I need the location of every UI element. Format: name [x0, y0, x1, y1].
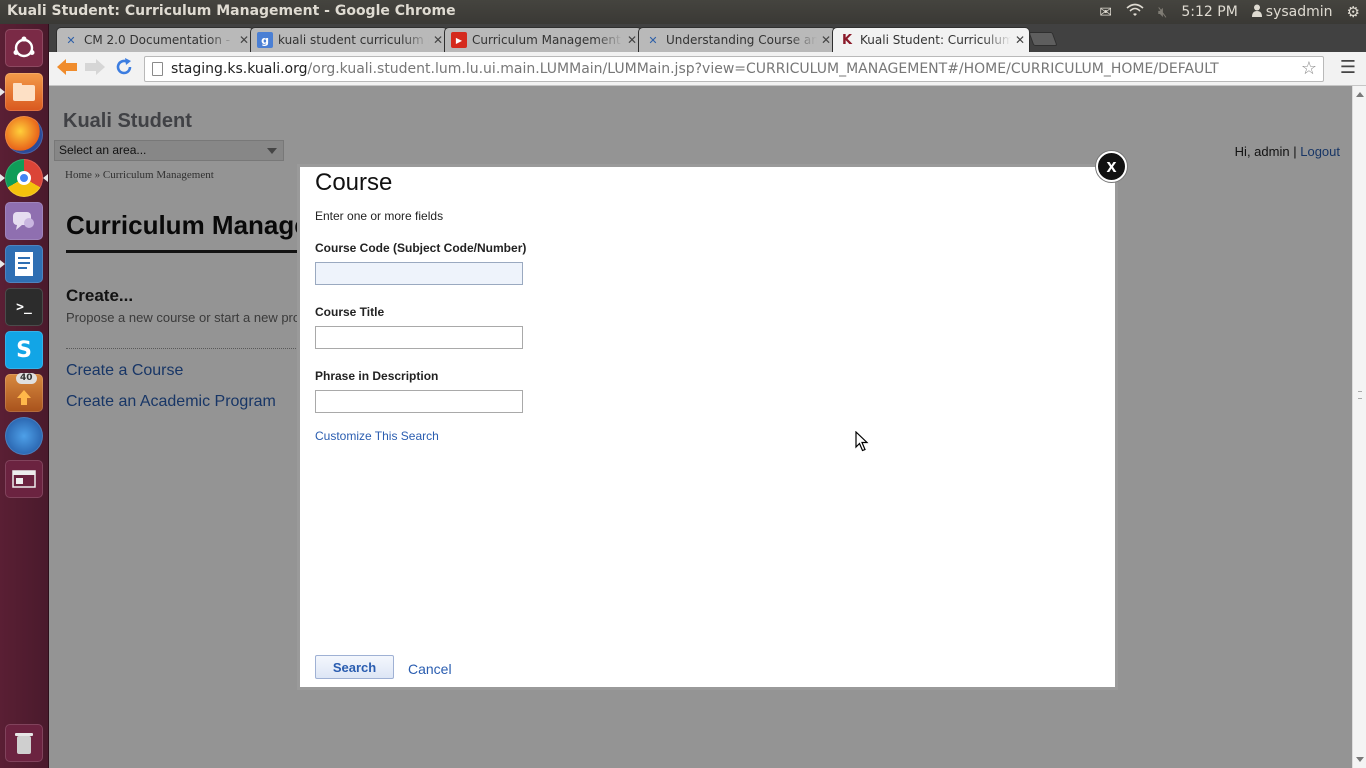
thunderbird-icon[interactable] — [5, 417, 43, 455]
scroll-down-icon[interactable] — [1356, 757, 1364, 762]
menu-icon[interactable]: ☰ — [1336, 57, 1360, 81]
forward-icon[interactable] — [83, 57, 107, 81]
course-code-input[interactable] — [315, 262, 523, 285]
scroll-up-icon[interactable] — [1356, 92, 1364, 97]
window-title: Kuali Student: Curriculum Management - G… — [7, 3, 456, 19]
youtube-icon: ▶ — [451, 32, 467, 48]
dialog-instruction: Enter one or more fields — [315, 209, 444, 223]
active-indicator — [43, 174, 48, 182]
browser-tab[interactable]: ✕ Understanding Course and ✕ — [638, 27, 836, 52]
close-icon[interactable]: x — [1096, 151, 1127, 182]
course-title-label: Course Title — [315, 305, 385, 319]
update-manager-icon[interactable]: 40 — [5, 373, 43, 412]
search-button[interactable]: Search — [315, 655, 394, 679]
gear-icon[interactable]: ⚙ — [1347, 3, 1360, 21]
description-phrase-label: Phrase in Description — [315, 369, 439, 383]
browser-tab[interactable]: g kuali student curriculum m ✕ — [250, 27, 448, 52]
reload-icon[interactable] — [112, 57, 136, 81]
course-title-input[interactable] — [315, 326, 523, 349]
tab-strip: ✕ CM 2.0 Documentation - K ✕ g kuali stu… — [49, 24, 1366, 52]
tab-label: CM 2.0 Documentation - K — [84, 33, 235, 47]
trash-icon[interactable] — [5, 724, 43, 762]
tab-label: Kuali Student: Curriculum — [860, 33, 1011, 47]
url-host: staging.ks.kuali.org — [171, 61, 308, 77]
files-icon[interactable] — [5, 73, 43, 111]
ubuntu-dash-icon[interactable] — [5, 29, 43, 67]
wifi-icon[interactable] — [1126, 3, 1144, 21]
browser-tab[interactable]: ▶ Curriculum Management | K ✕ — [444, 27, 642, 52]
terminal-icon[interactable]: >_ — [5, 288, 43, 326]
running-indicator — [0, 174, 5, 182]
mouse-cursor-icon — [855, 430, 869, 456]
back-icon[interactable] — [55, 57, 79, 81]
pidgin-icon[interactable] — [5, 202, 43, 240]
google-icon: g — [257, 32, 273, 48]
browser-toolbar: staging.ks.kuali.org/org.kuali.student.l… — [49, 52, 1366, 86]
kuali-icon: K — [841, 32, 853, 48]
system-tray: ✉ 🔇︎ 5:12 PM sysadmin ⚙ — [1099, 0, 1360, 24]
browser-tab[interactable]: ✕ CM 2.0 Documentation - K ✕ — [56, 27, 254, 52]
chrome-icon[interactable] — [5, 159, 43, 197]
user-menu[interactable]: sysadmin — [1251, 3, 1333, 21]
cancel-link[interactable]: Cancel — [408, 661, 452, 677]
tab-label: Understanding Course and — [666, 33, 817, 47]
bookmark-star-icon[interactable]: ☆ — [1301, 57, 1317, 81]
os-top-panel: Kuali Student: Curriculum Management - G… — [0, 0, 1366, 24]
url-path: /org.kuali.student.lum.lu.ui.main.LUMMai… — [307, 61, 1219, 77]
user-name: sysadmin — [1265, 4, 1333, 20]
tab-label: kuali student curriculum m — [278, 33, 429, 47]
address-bar[interactable]: staging.ks.kuali.org/org.kuali.student.l… — [144, 56, 1324, 82]
volume-muted-icon[interactable]: 🔇︎ — [1158, 3, 1167, 21]
browser-tab-active[interactable]: K Kuali Student: Curriculum ✕ — [832, 27, 1030, 52]
update-badge: 40 — [16, 373, 37, 384]
description-phrase-input[interactable] — [315, 390, 523, 413]
confluence-icon: ✕ — [648, 33, 658, 47]
dialog-title: Course — [315, 169, 393, 196]
clock[interactable]: 5:12 PM — [1181, 4, 1237, 20]
tab-label: Curriculum Management | K — [472, 33, 623, 47]
course-code-label: Course Code (Subject Code/Number) — [315, 241, 527, 255]
customize-search-link[interactable]: Customize This Search — [315, 429, 439, 443]
page-icon — [152, 62, 163, 76]
new-tab-button[interactable] — [1028, 32, 1058, 46]
scroll-grip[interactable] — [1358, 391, 1362, 399]
workspace-switcher-icon[interactable] — [5, 460, 43, 498]
user-icon — [1251, 3, 1262, 21]
running-indicator — [0, 260, 5, 268]
firefox-icon[interactable] — [5, 116, 43, 154]
mail-icon[interactable]: ✉ — [1099, 3, 1112, 21]
course-search-dialog: Course Enter one or more fields Course C… — [297, 164, 1118, 690]
confluence-icon: ✕ — [66, 33, 76, 47]
launcher: >_ S 40 — [0, 24, 49, 768]
skype-icon[interactable]: S — [5, 331, 43, 369]
page-scrollbar[interactable] — [1352, 86, 1366, 768]
close-tab-icon[interactable]: ✕ — [1011, 33, 1029, 47]
writer-icon[interactable] — [5, 245, 43, 283]
